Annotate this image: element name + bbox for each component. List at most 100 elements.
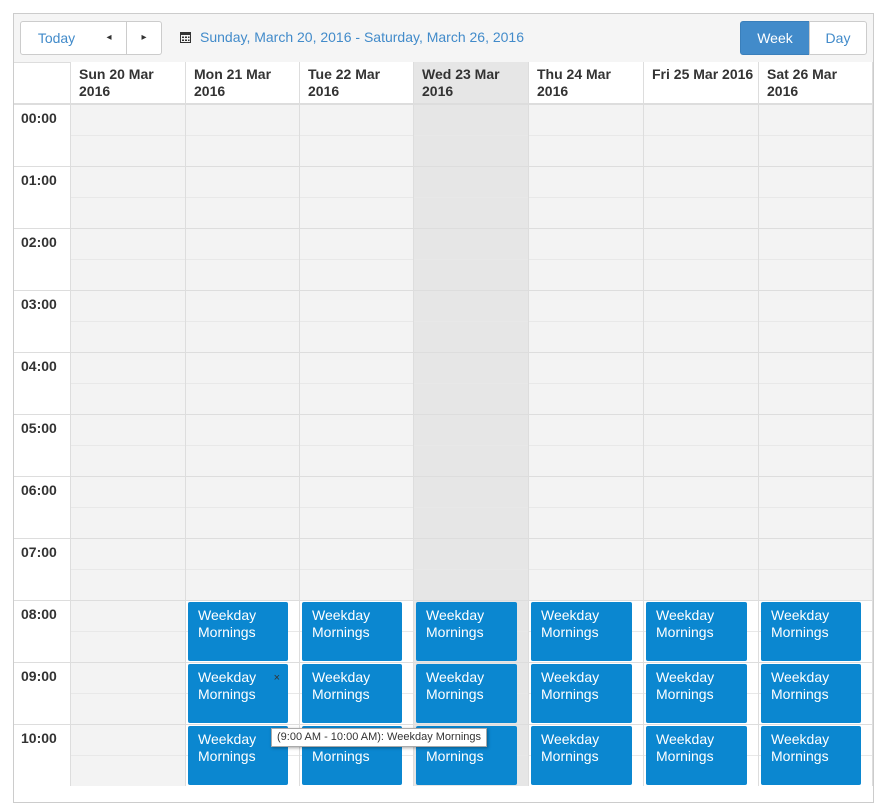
time-slot[interactable] [529, 104, 644, 166]
time-slot[interactable] [529, 166, 644, 228]
time-slot[interactable] [759, 538, 873, 600]
time-slot[interactable] [529, 476, 644, 538]
event-block[interactable]: Weekday Mornings [646, 664, 747, 723]
time-slot[interactable] [414, 352, 529, 414]
time-slot[interactable] [529, 414, 644, 476]
time-slot[interactable] [414, 538, 529, 600]
half-hour-line [529, 135, 643, 136]
event-block[interactable]: Weekday Mornings [531, 664, 632, 723]
day-header[interactable]: Sun 20 Mar 2016 [71, 62, 186, 104]
time-slot[interactable] [644, 290, 759, 352]
time-slot[interactable] [414, 166, 529, 228]
time-slot[interactable] [186, 290, 300, 352]
time-slot[interactable] [71, 104, 186, 166]
time-slot[interactable] [300, 228, 414, 290]
today-button[interactable]: Today [20, 21, 93, 55]
time-slot[interactable] [71, 290, 186, 352]
time-slot[interactable] [71, 166, 186, 228]
event-block[interactable]: Weekday Mornings [646, 602, 747, 661]
time-slot[interactable] [414, 228, 529, 290]
event-block[interactable]: Weekday Mornings [416, 664, 517, 723]
time-slot[interactable] [300, 290, 414, 352]
day-header[interactable]: Thu 24 Mar 2016 [529, 62, 644, 104]
event-block[interactable]: Weekday Mornings [761, 726, 861, 785]
time-slot[interactable] [644, 476, 759, 538]
time-slot[interactable] [186, 538, 300, 600]
time-gutter-header [14, 62, 71, 104]
event-block[interactable]: Weekday Mornings [302, 664, 402, 723]
time-slot[interactable] [414, 476, 529, 538]
event-block[interactable]: Weekday Mornings [531, 602, 632, 661]
caret-right-icon: ▸ [141, 32, 147, 43]
hour-label: 04:00 [14, 352, 71, 414]
event-block[interactable]: Weekday Mornings × [188, 664, 288, 723]
time-slot[interactable] [300, 166, 414, 228]
time-slot[interactable] [300, 352, 414, 414]
half-hour-line [529, 197, 643, 198]
time-slot[interactable] [759, 414, 873, 476]
event-title: Weekday Mornings [312, 669, 371, 702]
event-block[interactable]: Weekday Mornings [646, 726, 747, 785]
date-range-picker[interactable]: Sunday, March 20, 2016 - Saturday, March… [180, 29, 524, 45]
half-hour-line [71, 383, 185, 384]
time-slot[interactable] [414, 290, 529, 352]
time-slot[interactable] [759, 104, 873, 166]
time-slot[interactable] [71, 600, 186, 662]
time-slot[interactable] [71, 662, 186, 724]
event-block[interactable]: Weekday Mornings [761, 664, 861, 723]
time-slot[interactable] [759, 166, 873, 228]
half-hour-line [186, 569, 299, 570]
time-slot[interactable] [644, 166, 759, 228]
time-slot[interactable] [529, 538, 644, 600]
time-slot[interactable] [529, 352, 644, 414]
week-view-button[interactable]: Week [740, 21, 810, 55]
time-slot[interactable] [644, 352, 759, 414]
event-block[interactable]: Weekday Mornings [416, 602, 517, 661]
time-slot[interactable] [300, 538, 414, 600]
half-hour-line [644, 197, 758, 198]
hour-label: 05:00 [14, 414, 71, 476]
time-slot[interactable] [644, 104, 759, 166]
time-slot[interactable] [300, 414, 414, 476]
event-title: Weekday Mornings [656, 607, 715, 640]
day-view-button[interactable]: Day [809, 21, 867, 55]
time-slot[interactable] [71, 352, 186, 414]
time-slot[interactable] [71, 476, 186, 538]
next-button[interactable]: ▸ [127, 21, 162, 55]
day-header[interactable]: Fri 25 Mar 2016 [644, 62, 759, 104]
previous-button[interactable]: ◂ [92, 21, 127, 55]
time-slot[interactable] [186, 352, 300, 414]
time-slot[interactable] [300, 476, 414, 538]
time-slot[interactable] [414, 104, 529, 166]
time-slot[interactable] [71, 538, 186, 600]
time-slot[interactable] [759, 476, 873, 538]
time-slot[interactable] [644, 414, 759, 476]
day-header[interactable]: Mon 21 Mar 2016 [186, 62, 300, 104]
time-slot[interactable] [644, 538, 759, 600]
event-block[interactable]: Weekday Mornings [531, 726, 632, 785]
time-slot[interactable] [644, 228, 759, 290]
event-block[interactable]: Weekday Mornings [302, 602, 402, 661]
time-slot[interactable] [186, 414, 300, 476]
time-slot[interactable] [529, 228, 644, 290]
time-slot[interactable] [186, 228, 300, 290]
time-slot[interactable] [71, 414, 186, 476]
time-slot[interactable] [186, 166, 300, 228]
time-slot[interactable] [759, 352, 873, 414]
time-slot[interactable] [759, 228, 873, 290]
time-slot[interactable] [414, 414, 529, 476]
day-header[interactable]: Wed 23 Mar 2016 [414, 62, 529, 104]
time-slot[interactable] [186, 476, 300, 538]
time-slot[interactable] [300, 104, 414, 166]
time-slot[interactable] [529, 290, 644, 352]
event-block[interactable]: Weekday Mornings [188, 602, 288, 661]
time-slot[interactable] [71, 724, 186, 786]
time-slot[interactable] [71, 228, 186, 290]
day-header[interactable]: Sat 26 Mar 2016 [759, 62, 873, 104]
close-icon[interactable]: × [274, 670, 280, 687]
day-header[interactable]: Tue 22 Mar 2016 [300, 62, 414, 104]
time-slot[interactable] [759, 290, 873, 352]
half-hour-line [186, 321, 299, 322]
event-block[interactable]: Weekday Mornings [761, 602, 861, 661]
time-slot[interactable] [186, 104, 300, 166]
